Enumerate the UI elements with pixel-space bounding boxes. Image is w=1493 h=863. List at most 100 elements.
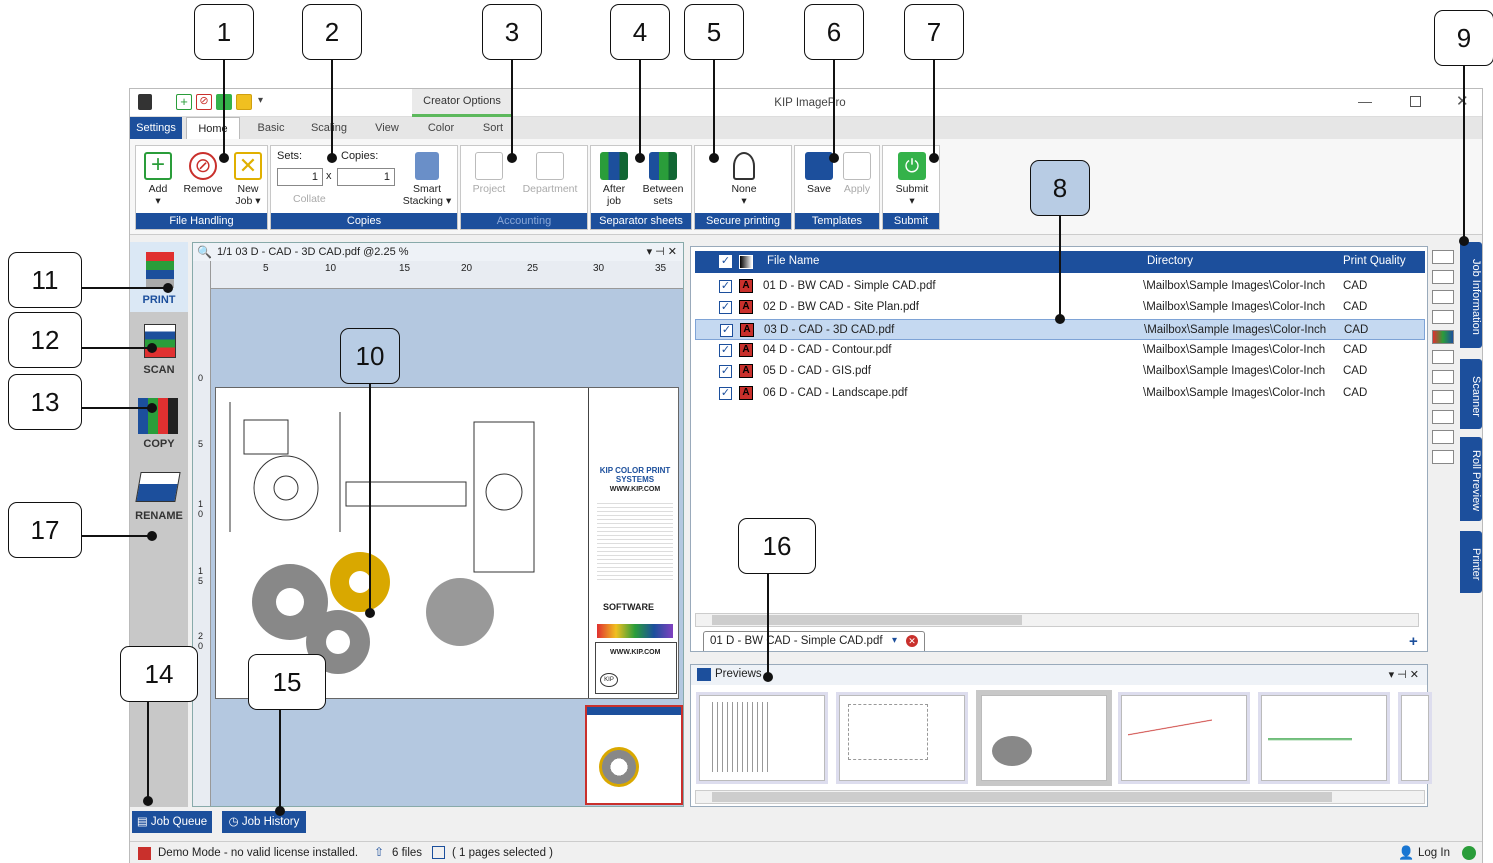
apply-template-button[interactable]: Apply: [839, 152, 875, 195]
page-icon[interactable]: [1432, 290, 1454, 304]
department-button[interactable]: Department: [515, 152, 585, 195]
printer-icon[interactable]: [1432, 310, 1454, 324]
preview-thumbnail[interactable]: [839, 695, 965, 781]
column-print-quality[interactable]: Print Quality: [1343, 255, 1406, 267]
callout-14: 14: [120, 646, 198, 702]
column-directory[interactable]: Directory: [1147, 255, 1193, 267]
leader-dot-15: [275, 806, 285, 816]
add-button[interactable]: + Add ▾: [140, 152, 176, 207]
project-button[interactable]: Project: [467, 152, 511, 195]
preview-image: [992, 736, 1032, 766]
row-checkbox[interactable]: ✓: [719, 301, 732, 315]
preview-thumbnail[interactable]: [1401, 695, 1429, 781]
callout-1: 1: [194, 4, 254, 60]
document-tab-label: 01 D - BW CAD - Simple CAD.pdf: [710, 635, 883, 647]
log-in-link[interactable]: Log In: [1418, 847, 1450, 859]
previews-scrollbar[interactable]: [695, 790, 1425, 804]
tab-home[interactable]: Home: [186, 117, 240, 139]
file-row[interactable]: ✓ A 04 D - CAD - Contour.pdf \Mailbox\Sampl…: [695, 340, 1425, 361]
tab-scaling[interactable]: Scaling: [302, 117, 356, 139]
row-checkbox[interactable]: ✓: [719, 365, 732, 379]
preview-thumbnail[interactable]: [699, 695, 825, 781]
job-queue-tab[interactable]: ▤ Job Queue: [132, 811, 212, 833]
tab-view[interactable]: View: [360, 117, 414, 139]
viewer-controls-icon[interactable]: ▾ ⊣ ✕: [647, 245, 677, 258]
collate-label[interactable]: Collate: [293, 193, 326, 205]
side-tab-job-information[interactable]: Job Information: [1460, 242, 1482, 348]
settings-icon[interactable]: [1432, 450, 1454, 464]
maximize-icon[interactable]: [1410, 96, 1421, 107]
quick-new-job-icon[interactable]: [236, 94, 252, 110]
creator-options-context-tab[interactable]: Creator Options: [412, 89, 512, 117]
smart-stacking-icon: [415, 152, 439, 180]
row-checkbox[interactable]: ✓: [719, 386, 732, 400]
image-icon[interactable]: [1432, 350, 1454, 364]
smart-stacking-button[interactable]: Smart Stacking ▾: [399, 152, 455, 207]
previews-scrollbar-thumb[interactable]: [712, 792, 1332, 802]
document-tab-close-icon[interactable]: ✕: [906, 635, 918, 647]
secure-none-button[interactable]: None ▾: [719, 152, 769, 207]
document-tab[interactable]: 01 D - BW CAD - Simple CAD.pdf ▾ ✕: [703, 631, 925, 651]
job-history-tab[interactable]: ◷ Job History: [222, 811, 306, 833]
horizontal-scrollbar[interactable]: [695, 613, 1419, 627]
side-tab-roll-preview[interactable]: Roll Preview: [1460, 437, 1482, 521]
tools-icon[interactable]: [1432, 270, 1454, 284]
quick-add-icon[interactable]: +: [176, 94, 192, 110]
project-icon: [475, 152, 503, 180]
pdf-file-icon: A: [739, 279, 753, 293]
previews-panel: Previews ▾ ⊣ ✕: [690, 664, 1429, 807]
row-checkbox[interactable]: ✓: [719, 280, 732, 293]
submit-button[interactable]: ⏻ Submit ▾: [889, 152, 935, 207]
file-row[interactable]: ✓ A 06 D - CAD - Landscape.pdf \Mailbox\Sam…: [695, 383, 1425, 404]
leader-dot-2: [327, 153, 337, 163]
leader-dot-12: [147, 343, 157, 353]
select-all-checkbox[interactable]: ✓: [719, 255, 732, 268]
tab-settings[interactable]: Settings: [130, 117, 182, 139]
after-job-button[interactable]: After job: [595, 152, 633, 207]
preview-thumbnail[interactable]: [1121, 695, 1247, 781]
minimize-icon[interactable]: —: [1358, 93, 1372, 109]
tab-color[interactable]: Color: [414, 117, 468, 139]
previews-controls-icon[interactable]: ▾ ⊣ ✕: [1389, 668, 1419, 681]
sets-input[interactable]: 1: [277, 168, 323, 186]
color-icon[interactable]: [1432, 330, 1454, 344]
palette-icon[interactable]: [1432, 410, 1454, 424]
ruler-tick: 20: [461, 263, 473, 274]
title-block: KIP COLOR PRINT SYSTEMS WWW.KIP.COM SOFT…: [588, 388, 678, 698]
document-tab-dropdown-icon[interactable]: ▾: [892, 635, 897, 646]
quick-remove-icon[interactable]: ⊘: [196, 94, 212, 110]
filter-icon[interactable]: [1432, 390, 1454, 404]
row-checkbox[interactable]: ✓: [719, 343, 732, 357]
viewer-header: 🔍 1/1 03 D - CAD - 3D CAD.pdf @2.25 % ▾ …: [193, 243, 683, 261]
nav-print[interactable]: PRINT: [130, 242, 188, 312]
document-viewer[interactable]: 🔍 1/1 03 D - CAD - 3D CAD.pdf @2.25 % ▾ …: [192, 242, 684, 807]
accounting-group-label: Accounting: [461, 213, 587, 229]
accounting-group: Project Department Accounting: [460, 145, 588, 230]
row-directory: \Mailbox\Sample Images\Color-Inch: [1143, 280, 1326, 292]
preview-thumbnail[interactable]: [1261, 695, 1387, 781]
scrollbar-thumb[interactable]: [712, 615, 1022, 625]
between-sets-button[interactable]: Between sets: [637, 152, 689, 207]
copy-icon: [138, 398, 178, 434]
leader-line-1: [223, 60, 225, 158]
copies-input[interactable]: 1: [337, 168, 395, 186]
stamp-icon[interactable]: [1432, 370, 1454, 384]
nav-copy[interactable]: COPY: [130, 392, 188, 454]
zoom-icon[interactable]: 🔍: [197, 245, 212, 259]
preview-thumbnail-selected[interactable]: [981, 695, 1107, 781]
nav-rename[interactable]: RENAME: [130, 466, 188, 528]
row-checkbox[interactable]: ✓: [720, 323, 733, 337]
quick-access-menu-icon[interactable]: ▾: [258, 95, 263, 106]
nav-scan[interactable]: SCAN: [130, 318, 188, 380]
side-tab-printer[interactable]: Printer: [1460, 531, 1482, 593]
layers-icon[interactable]: [1432, 430, 1454, 444]
vruler-tick: 1 0: [198, 499, 204, 519]
side-tab-scanner[interactable]: Scanner: [1460, 359, 1482, 429]
new-job-button[interactable]: ✕ New Job ▾: [230, 152, 266, 207]
file-row[interactable]: ✓ A 05 D - CAD - GIS.pdf \Mailbox\Sample Im…: [695, 361, 1425, 382]
tab-basic[interactable]: Basic: [244, 117, 298, 139]
column-file-name[interactable]: File Name: [767, 255, 819, 267]
table-view-icon[interactable]: [1432, 250, 1454, 264]
page-thumbnail-navigator[interactable]: [585, 705, 683, 805]
add-document-tab-icon[interactable]: +: [1409, 633, 1418, 650]
